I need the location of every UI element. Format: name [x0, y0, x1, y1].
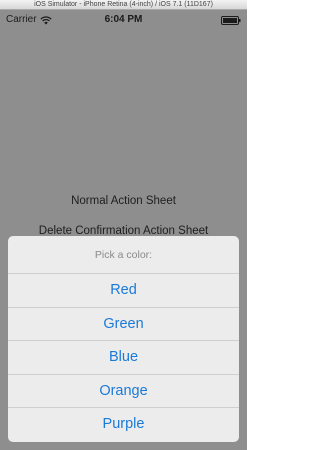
device-screen: Carrier 6:04 PM Normal Action Sheet Dele…: [0, 10, 247, 450]
status-time: 6:04 PM: [104, 14, 143, 25]
action-sheet-title: Pick a color:: [8, 236, 239, 274]
option-red-button[interactable]: Red: [8, 274, 239, 308]
color-action-sheet: Pick a color: Red Green Blue Orange Purp…: [8, 236, 239, 442]
simulator-titlebar: iOS Simulator - iPhone Retina (4-inch) /…: [0, 0, 247, 10]
normal-action-sheet-button[interactable]: Normal Action Sheet: [0, 193, 247, 209]
option-blue-button[interactable]: Blue: [8, 341, 239, 375]
simulator-title: iOS Simulator - iPhone Retina (4-inch) /…: [34, 1, 213, 8]
simulator-window: iOS Simulator - iPhone Retina (4-inch) /…: [0, 0, 247, 450]
option-orange-button[interactable]: Orange: [8, 375, 239, 408]
battery-icon: [221, 16, 241, 25]
option-purple-button[interactable]: Purple: [8, 408, 239, 442]
status-bar: Carrier 6:04 PM: [0, 10, 247, 30]
option-green-button[interactable]: Green: [8, 308, 239, 341]
